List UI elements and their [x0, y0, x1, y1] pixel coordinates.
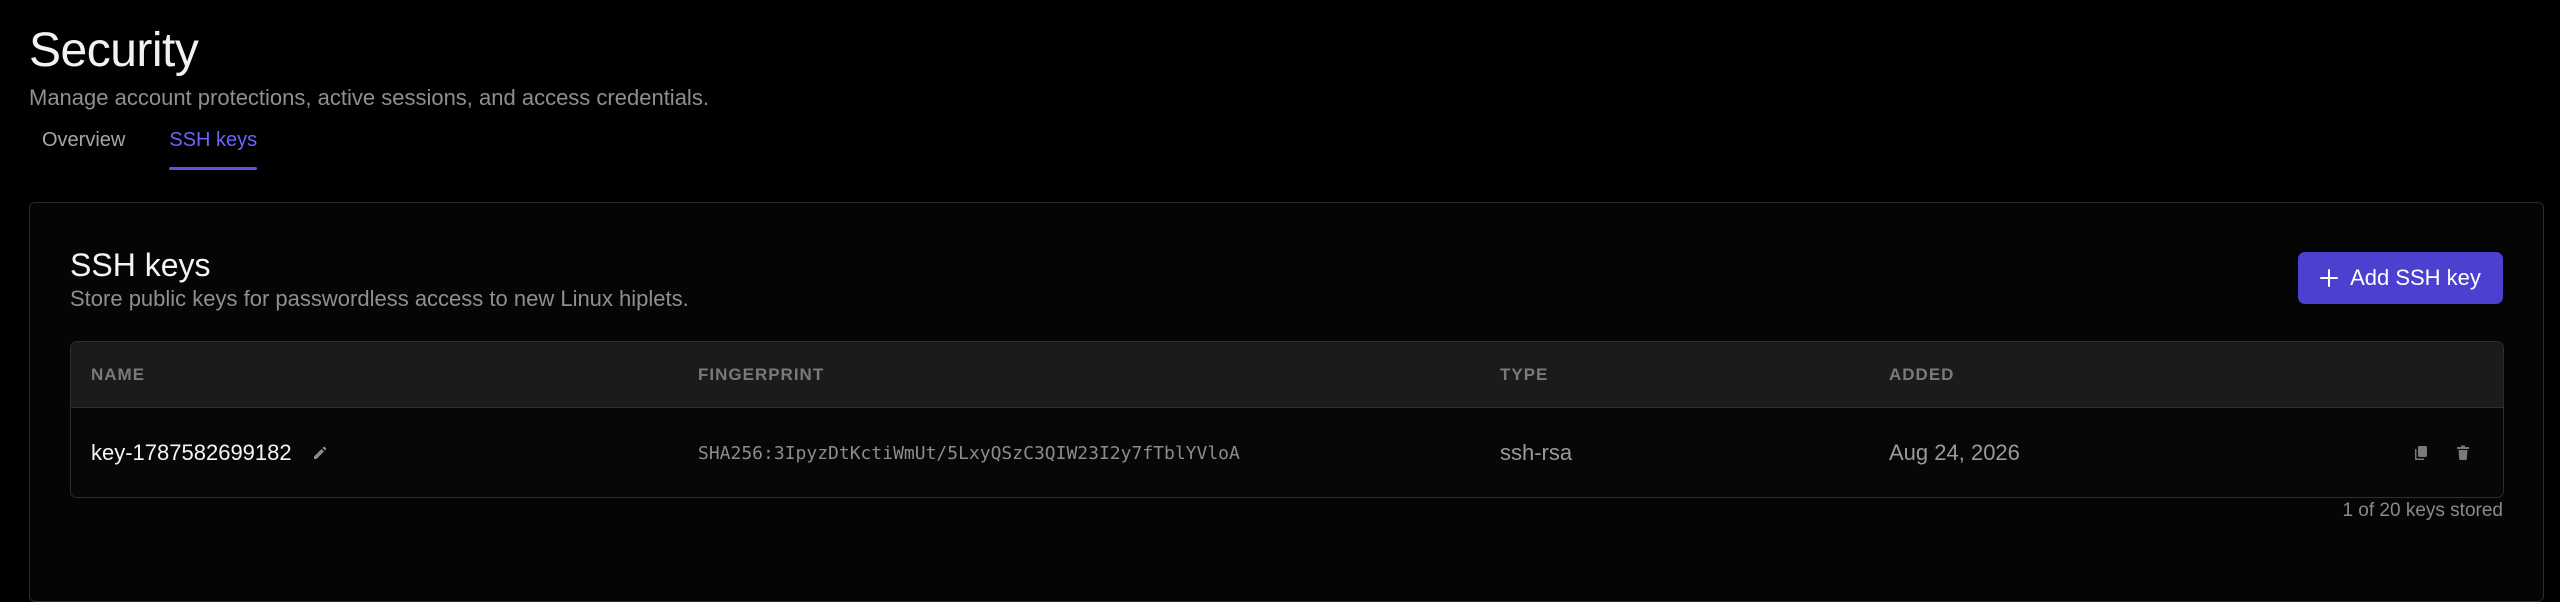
page-subtitle: Manage account protections, active sessi… — [29, 85, 709, 110]
pencil-icon[interactable] — [308, 441, 332, 465]
plus-icon — [2320, 269, 2339, 287]
trash-icon[interactable] — [2451, 441, 2475, 465]
key-name-cell: key-1787582699182 — [91, 408, 332, 497]
key-added-date: Aug 24, 2026 — [1889, 440, 2020, 465]
page-header: Security Manage account protections, act… — [29, 20, 709, 112]
key-name: key-1787582699182 — [91, 440, 292, 465]
key-type: ssh-rsa — [1500, 440, 1573, 465]
keys-count: 1 of 20 keys stored — [2342, 500, 2503, 521]
table-row: key-1787582699182 SHA256:3IpyzDtKctiWmUt… — [71, 408, 2503, 497]
page-title: Security — [29, 24, 199, 77]
card-subtitle: Store public keys for passwordless acces… — [70, 286, 689, 311]
tab-bar: Overview SSH keys — [29, 124, 288, 170]
ssh-keys-table: NAME FINGERPRINT TYPE ADDED key-17875826… — [70, 341, 2504, 498]
add-ssh-key-button[interactable]: Add SSH key — [2298, 252, 2503, 304]
add-ssh-key-label: Add SSH key — [2350, 265, 2481, 290]
key-fingerprint: SHA256:3IpyzDtKctiWmUt/5LxyQSzC3QIW23I2y… — [698, 442, 1240, 464]
column-header-fingerprint: FINGERPRINT — [698, 365, 825, 384]
ssh-keys-card: SSH keys Store public keys for passwordl… — [29, 202, 2544, 602]
column-header-type: TYPE — [1500, 365, 1549, 384]
row-actions — [2409, 408, 2475, 497]
tab-overview[interactable]: Overview — [29, 124, 138, 170]
table-header: NAME FINGERPRINT TYPE ADDED — [71, 342, 2503, 408]
column-header-added: ADDED — [1889, 365, 1955, 384]
tab-ssh-keys[interactable]: SSH keys — [156, 124, 270, 170]
card-title: SSH keys — [70, 247, 211, 283]
column-header-name: NAME — [91, 365, 146, 384]
copy-icon[interactable] — [2409, 441, 2433, 465]
